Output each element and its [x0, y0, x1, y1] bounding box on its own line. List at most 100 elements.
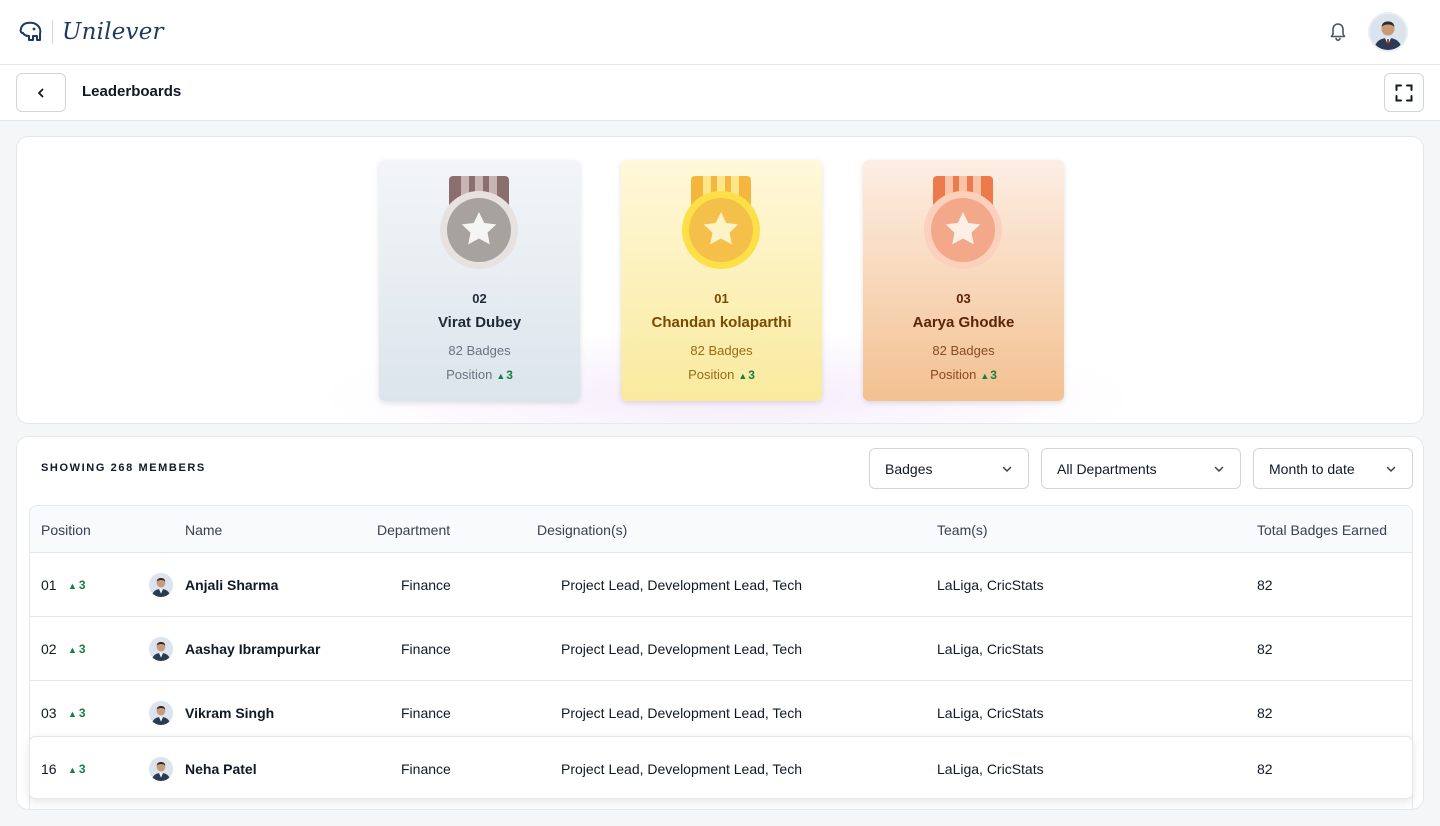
podium-card-second[interactable]: 02 Virat Dubey 82 Badges Position ▲3 — [379, 160, 580, 401]
page-header: Leaderboards — [0, 65, 1440, 121]
row-designation: Project Lead, Development Lead, Tech — [561, 577, 803, 593]
podium-card-first[interactable]: 01 Chandan kolaparthi 82 Badges Position… — [621, 160, 822, 401]
podium-position: Position ▲3 — [621, 367, 822, 382]
row-department: Finance — [401, 641, 451, 657]
podium-rank: 03 — [956, 291, 971, 306]
expand-icon — [1395, 84, 1413, 101]
row-designation: Project Lead, Development Lead, Tech — [561, 705, 803, 721]
arrow-up-icon: ▲ — [738, 371, 748, 381]
arrow-up-icon: ▲ — [68, 581, 77, 591]
bell-icon[interactable] — [1327, 21, 1349, 43]
podium-position: Position ▲3 — [863, 367, 1064, 382]
table-row[interactable]: 02 ▲ 3 Aashay Ibrampurkar Finance Project… — [30, 617, 1412, 681]
table-header: Position Name Department Designation(s) … — [30, 506, 1412, 553]
user-avatar[interactable] — [1368, 12, 1408, 52]
position-label: Position — [446, 367, 493, 382]
row-department: Finance — [401, 577, 451, 593]
row-position-change: ▲ 3 — [68, 762, 86, 776]
members-table: Position Name Department Designation(s) … — [29, 505, 1413, 809]
row-total-badges: 82 — [1257, 641, 1273, 657]
bronze-medal-icon — [924, 176, 1002, 269]
member-avatar — [149, 757, 173, 781]
position-change: ▲3 — [496, 368, 513, 382]
column-header-position[interactable]: Position — [41, 522, 91, 538]
table-row[interactable]: 01 ▲ 3 Anjali Sharma Finance Project Lead… — [30, 553, 1412, 617]
row-position-change: ▲ 3 — [68, 642, 86, 656]
row-position-change-value: 3 — [78, 642, 86, 656]
metric-select[interactable]: Badges — [869, 448, 1029, 489]
metric-select-value: Badges — [885, 460, 933, 477]
column-header-total[interactable]: Total Badges Earned — [1257, 522, 1387, 538]
podium-name: Chandan kolaparthi — [651, 314, 792, 331]
podium-card-third[interactable]: 03 Aarya Ghodke 82 Badges Position ▲3 — [863, 160, 1064, 401]
podium-name: Virat Dubey — [437, 314, 522, 331]
chevron-left-icon — [38, 88, 44, 97]
member-count: SHOWING 268 MEMBERS — [41, 462, 206, 474]
row-position: 02 — [41, 641, 57, 657]
column-header-teams[interactable]: Team(s) — [937, 522, 988, 538]
row-teams: LaLiga, CricStats — [937, 705, 1044, 721]
row-total-badges: 82 — [1257, 577, 1273, 593]
row-teams: LaLiga, CricStats — [937, 641, 1044, 657]
silver-medal-icon — [440, 176, 518, 269]
row-position-change: ▲ 3 — [68, 578, 86, 592]
position-change-value: 3 — [990, 368, 997, 382]
chevron-down-icon — [1386, 466, 1396, 472]
row-position: 03 — [41, 705, 57, 721]
podium-badges: 82 Badges — [932, 343, 995, 358]
row-name: Aashay Ibrampurkar — [185, 641, 321, 657]
arrow-up-icon: ▲ — [68, 709, 77, 719]
page-title: Leaderboards — [82, 83, 182, 100]
brand-divider — [52, 20, 53, 44]
position-label: Position — [688, 367, 735, 382]
row-name: Anjali Sharma — [185, 577, 279, 593]
row-position-change-value: 3 — [78, 762, 86, 776]
back-button[interactable] — [16, 73, 66, 112]
brand-logo[interactable]: Unilever — [18, 18, 164, 46]
podium-position: Position ▲3 — [379, 367, 580, 382]
row-name: Neha Patel — [185, 761, 257, 777]
brand-name: Unilever — [62, 19, 164, 45]
column-header-department[interactable]: Department — [377, 522, 450, 538]
row-position-change-value: 3 — [78, 706, 86, 720]
position-label: Position — [930, 367, 977, 382]
row-name: Vikram Singh — [185, 705, 275, 721]
podium-rank: 02 — [472, 291, 487, 306]
leaderboard-podium: 02 Virat Dubey 82 Badges Position ▲3 01 C… — [16, 136, 1424, 424]
position-change-value: 3 — [506, 368, 513, 382]
row-designation: Project Lead, Development Lead, Tech — [561, 641, 803, 657]
position-change: ▲3 — [980, 368, 997, 382]
row-designation: Project Lead, Development Lead, Tech — [561, 761, 803, 777]
row-department: Finance — [401, 761, 451, 777]
member-avatar — [149, 701, 173, 725]
members-panel: SHOWING 268 MEMBERS Badges All Departmen… — [16, 436, 1424, 810]
podium-badges: 82 Badges — [690, 343, 753, 358]
table-row-current-user[interactable]: 16 ▲ 3 Neha Patel Finance Project Lead, D… — [29, 736, 1413, 799]
chevron-down-icon — [1214, 466, 1224, 472]
member-avatar — [149, 573, 173, 597]
arrow-up-icon: ▲ — [68, 645, 77, 655]
arrow-up-icon: ▲ — [68, 765, 77, 775]
row-position: 01 — [41, 577, 57, 593]
row-position: 16 — [41, 761, 57, 777]
podium-rank: 01 — [714, 291, 729, 306]
podium-badges: 82 Badges — [448, 343, 511, 358]
podium-name: Aarya Ghodke — [912, 314, 1015, 331]
member-avatar — [149, 637, 173, 661]
position-change-value: 3 — [748, 368, 755, 382]
period-select-value: Month to date — [1269, 460, 1355, 477]
row-position-change: ▲ 3 — [68, 706, 86, 720]
arrow-up-icon: ▲ — [496, 371, 506, 381]
column-header-name[interactable]: Name — [185, 522, 222, 538]
period-select[interactable]: Month to date — [1253, 448, 1413, 489]
position-change: ▲3 — [738, 368, 755, 382]
department-select[interactable]: All Departments — [1041, 448, 1241, 489]
row-total-badges: 82 — [1257, 761, 1273, 777]
row-position-change-value: 3 — [78, 578, 86, 592]
chevron-down-icon — [1002, 466, 1012, 472]
column-header-designation[interactable]: Designation(s) — [537, 522, 627, 538]
fullscreen-button[interactable] — [1384, 73, 1424, 112]
row-teams: LaLiga, CricStats — [937, 577, 1044, 593]
top-navigation-bar: Unilever — [0, 0, 1440, 65]
gold-medal-icon — [682, 176, 760, 269]
